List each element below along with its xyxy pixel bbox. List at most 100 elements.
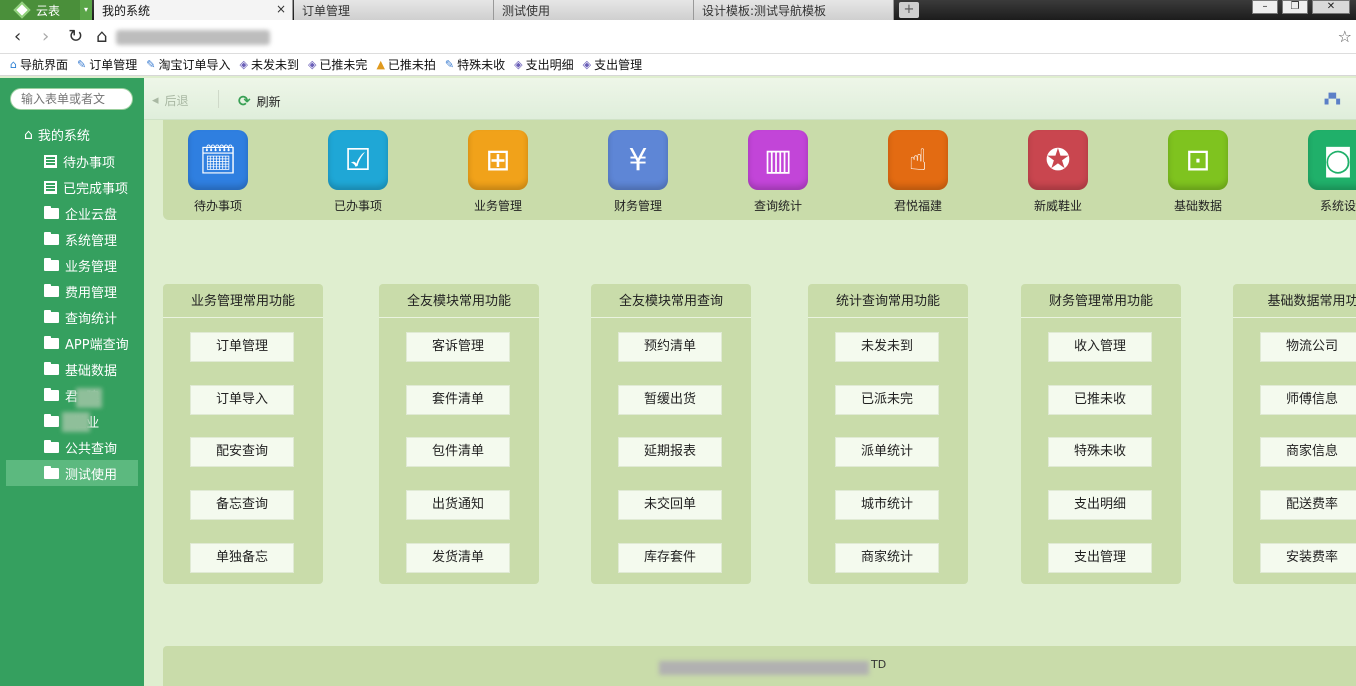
- function-button[interactable]: 商家信息: [1260, 437, 1356, 467]
- sidebar-item[interactable]: 费用管理: [0, 278, 144, 304]
- app-shortcut[interactable]: ¥ 财务管理: [593, 130, 683, 214]
- function-button[interactable]: 备忘查询: [190, 490, 294, 520]
- home-icon[interactable]: ⌂: [96, 27, 107, 47]
- function-button[interactable]: 出货通知: [406, 490, 510, 520]
- card-title: 基础数据常用功: [1233, 284, 1356, 318]
- function-button[interactable]: 师傅信息: [1260, 385, 1356, 415]
- sidebar-item[interactable]: 已完成事项: [0, 174, 144, 200]
- app-menu-button[interactable]: 云表 ▾: [0, 0, 92, 20]
- function-button[interactable]: 发货清单: [406, 543, 510, 573]
- sidebar: ⌂ 我的系统 待办事项已完成事项企业云盘系统管理业务管理费用管理查询统计 APP端…: [0, 78, 144, 686]
- function-button[interactable]: 单独备忘: [190, 543, 294, 573]
- function-button[interactable]: 派单统计: [835, 437, 939, 467]
- function-button[interactable]: 暂缓出货: [618, 385, 722, 415]
- refresh-button[interactable]: ⟳ 刷新: [238, 92, 281, 110]
- bookmark-item[interactable]: ◈ 支出管理: [583, 56, 642, 73]
- tree-root-my-system[interactable]: ⌂ 我的系统: [24, 125, 90, 145]
- function-button[interactable]: 客诉管理: [406, 332, 510, 362]
- tab-label: 测试使用: [502, 3, 551, 18]
- maximize-button[interactable]: ❐: [1282, 0, 1308, 14]
- checklist-icon: ☑: [328, 130, 388, 190]
- function-button[interactable]: 配送费率: [1260, 490, 1356, 520]
- sidebar-item[interactable]: 基础数据: [0, 356, 144, 382]
- redaction-blur: [62, 412, 90, 432]
- function-button[interactable]: 物流公司: [1260, 332, 1356, 362]
- sidebar-item[interactable]: 待办事项: [0, 148, 144, 174]
- folder-icon: [44, 387, 59, 401]
- app-shortcut[interactable]: ☝ 君悦福建: [873, 130, 963, 214]
- sidebar-item[interactable]: 测试使用: [6, 460, 138, 486]
- function-button[interactable]: 未交回单: [618, 490, 722, 520]
- folder-icon: [44, 361, 59, 375]
- card-title: 业务管理常用功能: [163, 284, 323, 318]
- function-button[interactable]: 特殊未收: [1048, 437, 1152, 467]
- function-button[interactable]: 套件清单: [406, 385, 510, 415]
- function-button[interactable]: 预约清单: [618, 332, 722, 362]
- bookmark-label: 订单管理: [89, 58, 138, 72]
- app-shortcut[interactable]: ✪ 新威鞋业: [1013, 130, 1103, 214]
- reload-icon[interactable]: ↻: [68, 27, 83, 47]
- minimize-button[interactable]: –: [1252, 0, 1278, 14]
- bookmark-item[interactable]: ◈ 支出明细: [514, 56, 573, 73]
- back-button[interactable]: ◂ 后退: [152, 92, 189, 109]
- card-title: 财务管理常用功能: [1021, 284, 1181, 318]
- tab-test[interactable]: 测试使用: [494, 0, 694, 20]
- tab-design-template[interactable]: 设计模板:测试导航模板: [694, 0, 894, 20]
- sidebar-item[interactable]: APP端查询: [0, 330, 144, 356]
- url-field[interactable]: [116, 30, 270, 45]
- app-shortcut[interactable]: ☑ 已办事项: [313, 130, 403, 214]
- function-button[interactable]: 已派未完: [835, 385, 939, 415]
- app-shortcut[interactable]: ⊡ 基础数据: [1153, 130, 1243, 214]
- sidebar-item-label: 企业云盘: [65, 207, 118, 223]
- tab-order-management[interactable]: 订单管理: [294, 0, 494, 20]
- function-button[interactable]: 已推未收: [1048, 385, 1152, 415]
- close-icon[interactable]: ×: [276, 2, 286, 16]
- folder-icon: [44, 231, 59, 245]
- function-button[interactable]: 延期报表: [618, 437, 722, 467]
- bookmark-item[interactable]: ✎ 特殊未收: [445, 56, 505, 73]
- function-button[interactable]: 收入管理: [1048, 332, 1152, 362]
- function-button[interactable]: 订单导入: [190, 385, 294, 415]
- sidebar-item[interactable]: 公共查询: [0, 434, 144, 460]
- window-close-button[interactable]: ✕: [1312, 0, 1350, 14]
- function-button[interactable]: 城市统计: [835, 490, 939, 520]
- tab-my-system[interactable]: 我的系统 ×: [94, 0, 293, 20]
- refresh-icon: ⟳: [238, 92, 251, 110]
- divider: [218, 90, 219, 108]
- app-shortcut[interactable]: ▥ 查询统计: [733, 130, 823, 214]
- function-button[interactable]: 支出明细: [1048, 490, 1152, 520]
- function-card: 业务管理常用功能订单管理订单导入配安查询备忘查询单独备忘: [163, 284, 323, 584]
- bookmark-item[interactable]: ✎ 淘宝订单导入: [146, 56, 230, 73]
- sidebar-item[interactable]: 君 建: [0, 382, 144, 408]
- function-button[interactable]: 安装费率: [1260, 543, 1356, 573]
- sidebar-item[interactable]: 查询统计: [0, 304, 144, 330]
- bookmark-item[interactable]: ◈ 未发未到: [239, 56, 298, 73]
- forward-arrow-icon[interactable]: ›: [42, 27, 49, 47]
- function-button[interactable]: 配安查询: [190, 437, 294, 467]
- app-shortcut[interactable]: 🗓 待办事项: [173, 130, 263, 214]
- sidebar-item[interactable]: 业务管理: [0, 252, 144, 278]
- bookmark-item[interactable]: ✎ 订单管理: [77, 56, 137, 73]
- new-tab-button[interactable]: +: [899, 2, 919, 18]
- function-button[interactable]: 包件清单: [406, 437, 510, 467]
- function-button[interactable]: 商家统计: [835, 543, 939, 573]
- star-icon[interactable]: ☆: [1338, 27, 1352, 46]
- bookmark-item[interactable]: ◈ 已推未完: [308, 56, 367, 73]
- building-icon: ▥: [748, 130, 808, 190]
- chevron-down-icon[interactable]: ▾: [80, 0, 92, 20]
- sidebar-item-label: 费用管理: [65, 285, 118, 301]
- sidebar-item[interactable]: 企业云盘: [0, 200, 144, 226]
- address-bar: ‹ › ↻ ⌂ ☆: [0, 20, 1356, 54]
- function-button[interactable]: 未发未到: [835, 332, 939, 362]
- refresh-label: 刷新: [256, 94, 281, 109]
- app-shortcut[interactable]: ◙ 系统设: [1293, 130, 1356, 214]
- function-button[interactable]: 库存套件: [618, 543, 722, 573]
- bookmark-item[interactable]: ⌂ 导航界面: [10, 56, 68, 73]
- back-arrow-icon[interactable]: ‹: [14, 27, 21, 47]
- sidebar-item[interactable]: 系统管理: [0, 226, 144, 252]
- function-button[interactable]: 订单管理: [190, 332, 294, 362]
- app-shortcut[interactable]: ⊞ 业务管理: [453, 130, 543, 214]
- search-input[interactable]: [10, 88, 133, 110]
- bookmark-item[interactable]: ▲ 已推未拍: [376, 56, 435, 73]
- function-button[interactable]: 支出管理: [1048, 543, 1152, 573]
